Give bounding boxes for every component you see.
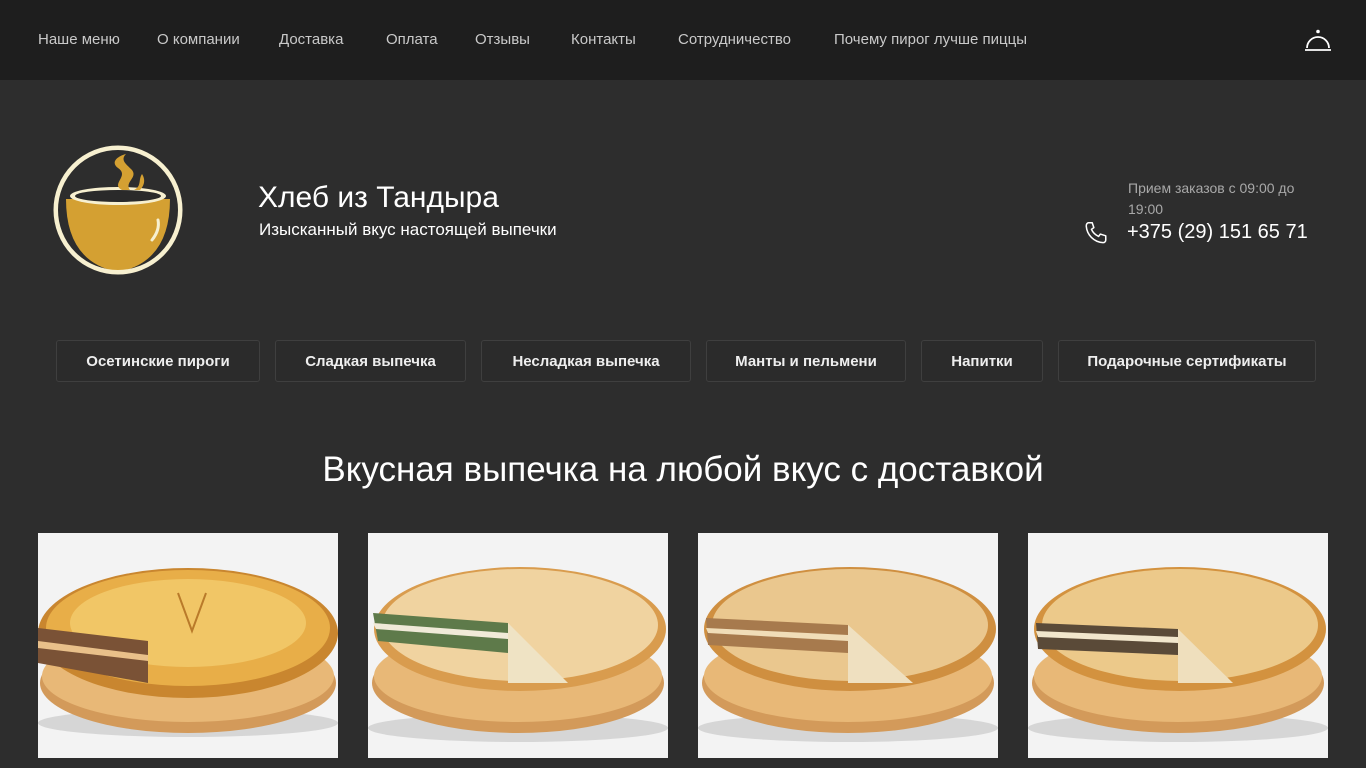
ossetian-pie-meat-photo <box>38 533 338 758</box>
phone-number[interactable]: +375 (29) 151 65 71 <box>1127 220 1308 244</box>
category-gift-certificates[interactable]: Подарочные сертификаты <box>1058 340 1316 382</box>
category-manti-dumplings[interactable]: Манты и пельмени <box>706 340 906 382</box>
nav-item-reviews[interactable]: Отзывы <box>475 31 530 49</box>
category-sweet-pastry[interactable]: Сладкая выпечка <box>275 340 466 382</box>
category-drinks[interactable]: Напитки <box>921 340 1043 382</box>
brand-subtitle: Изысканный вкус настоящей выпечки <box>259 220 557 239</box>
top-navigation: Наше меню О компании Доставка Оплата Отз… <box>0 0 1366 80</box>
ossetian-pie-greens-photo <box>368 533 668 758</box>
nav-item-why-pie[interactable]: Почему пирог лучше пиццы <box>834 31 1027 49</box>
product-card[interactable] <box>1028 533 1328 758</box>
phone-icon <box>1083 220 1109 246</box>
pot-logo-icon[interactable] <box>52 144 184 276</box>
brand-title: Хлеб из Тандыра <box>258 181 499 214</box>
section-title: Вкусная выпечка на любой вкус с доставко… <box>322 450 1044 489</box>
product-card[interactable] <box>368 533 668 758</box>
ossetian-pie-potato-photo <box>698 533 998 758</box>
nav-item-about[interactable]: О компании <box>157 31 240 49</box>
nav-item-menu[interactable]: Наше меню <box>38 31 120 49</box>
product-card[interactable] <box>38 533 338 758</box>
nav-item-cooperation[interactable]: Сотрудничество <box>678 31 791 49</box>
nav-item-payment[interactable]: Оплата <box>386 31 438 49</box>
product-card[interactable] <box>698 533 998 758</box>
nav-item-contacts[interactable]: Контакты <box>571 31 636 49</box>
nav-item-delivery[interactable]: Доставка <box>279 31 343 49</box>
category-ossetian-pies[interactable]: Осетинские пироги <box>56 340 260 382</box>
cloche-icon[interactable] <box>1303 28 1333 54</box>
category-savory-pastry[interactable]: Несладкая выпечка <box>481 340 691 382</box>
order-hours: Прием заказов с 09:00 до 19:00 <box>1128 180 1295 217</box>
ossetian-pie-mushroom-photo <box>1028 533 1328 758</box>
